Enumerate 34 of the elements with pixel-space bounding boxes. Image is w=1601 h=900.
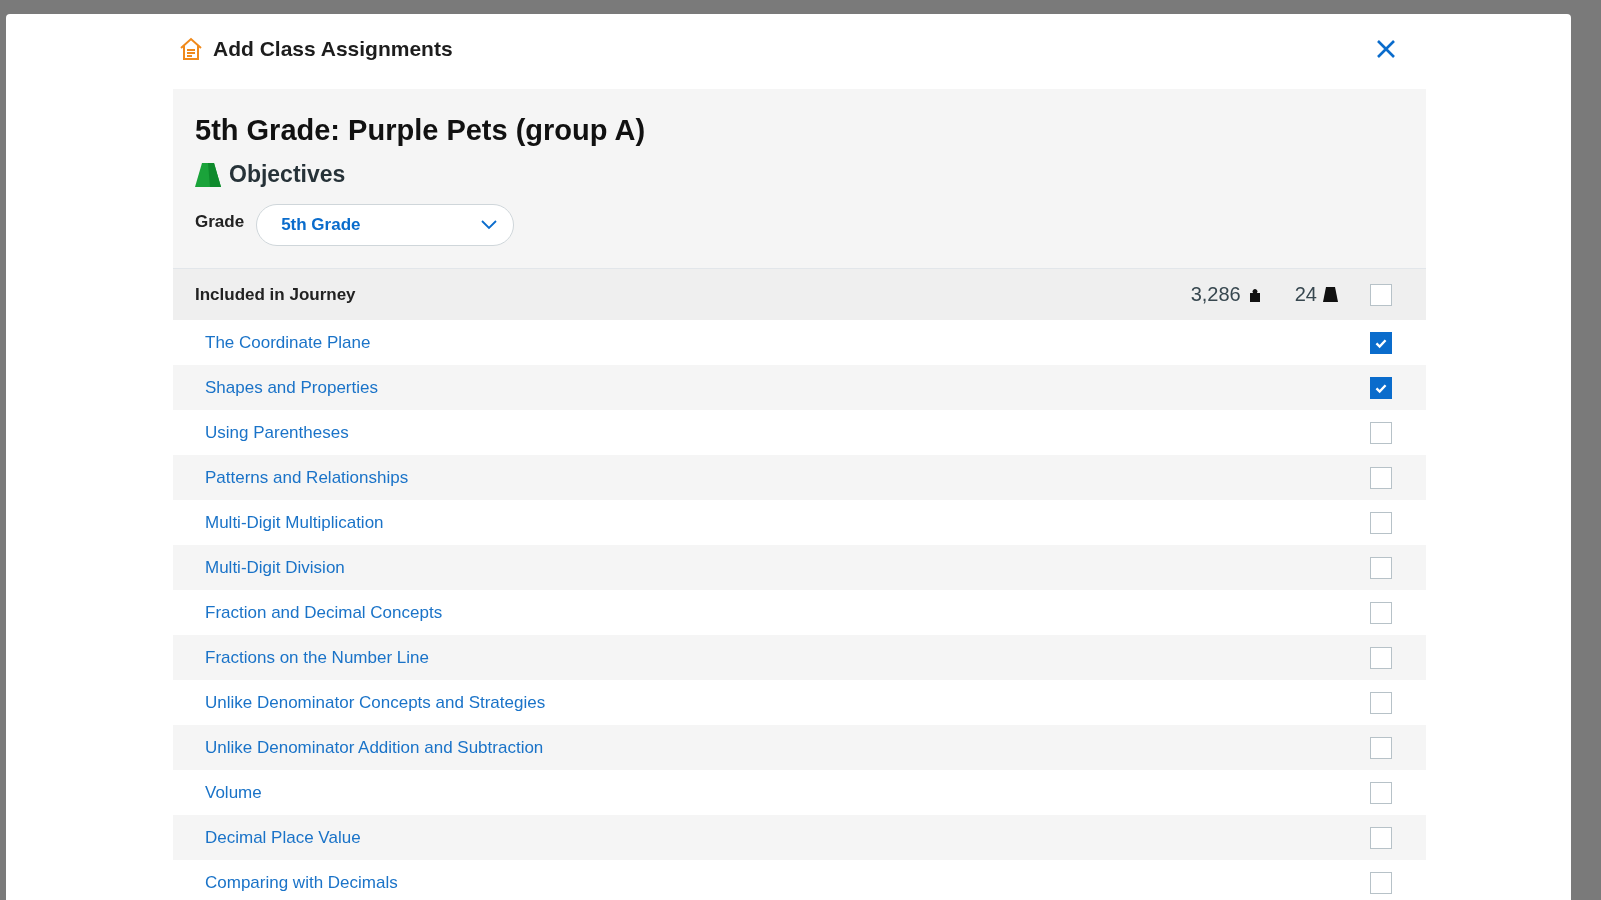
checkbox[interactable] xyxy=(1370,826,1392,849)
section-title: Objectives xyxy=(229,161,346,188)
checkbox[interactable] xyxy=(1370,331,1392,354)
checkbox[interactable] xyxy=(1370,283,1392,306)
count: 24 xyxy=(1294,283,1317,306)
grade-dropdown[interactable]: 5th Grade xyxy=(256,204,515,246)
checkbox[interactable] xyxy=(1370,511,1392,534)
house-icon xyxy=(179,37,203,61)
chevron-down-icon xyxy=(481,220,498,230)
checkbox[interactable] xyxy=(1370,736,1392,759)
trapezoid-icon xyxy=(195,162,221,187)
checkbox[interactable] xyxy=(1370,646,1392,669)
checkbox[interactable] xyxy=(1370,421,1392,444)
objective-link[interactable]: Volume xyxy=(205,782,1370,803)
dialog-title: Add Class Assignments xyxy=(213,37,454,61)
checkbox[interactable] xyxy=(1370,376,1392,399)
objective-link[interactable]: Fraction and Decimal Concepts xyxy=(205,602,1370,623)
checkbox[interactable] xyxy=(1370,871,1392,894)
checkbox[interactable] xyxy=(1370,781,1392,804)
close-icon[interactable] xyxy=(1376,39,1396,59)
class-heading: 5th Grade: Purple Pets (group A) xyxy=(195,114,647,147)
checkbox[interactable] xyxy=(1370,691,1392,714)
objective-link[interactable]: Comparing with Decimals xyxy=(205,872,1370,893)
objective-link[interactable]: Unlike Denominator Concepts and Strategies xyxy=(205,692,1370,713)
objective-link[interactable]: Using Parentheses xyxy=(205,422,1370,443)
objective-link[interactable]: Multi-Digit Multiplication xyxy=(205,512,1370,533)
header-label: Included in Journey xyxy=(195,284,357,305)
checkbox[interactable] xyxy=(1370,466,1392,489)
checkbox[interactable] xyxy=(1370,601,1392,624)
trapezoid-icon xyxy=(1323,287,1338,302)
grade-label: Grade xyxy=(195,212,245,232)
checkbox[interactable] xyxy=(1370,556,1392,579)
count: 3,286 xyxy=(1190,283,1241,306)
objective-link[interactable]: The Coordinate Plane xyxy=(205,332,1370,353)
